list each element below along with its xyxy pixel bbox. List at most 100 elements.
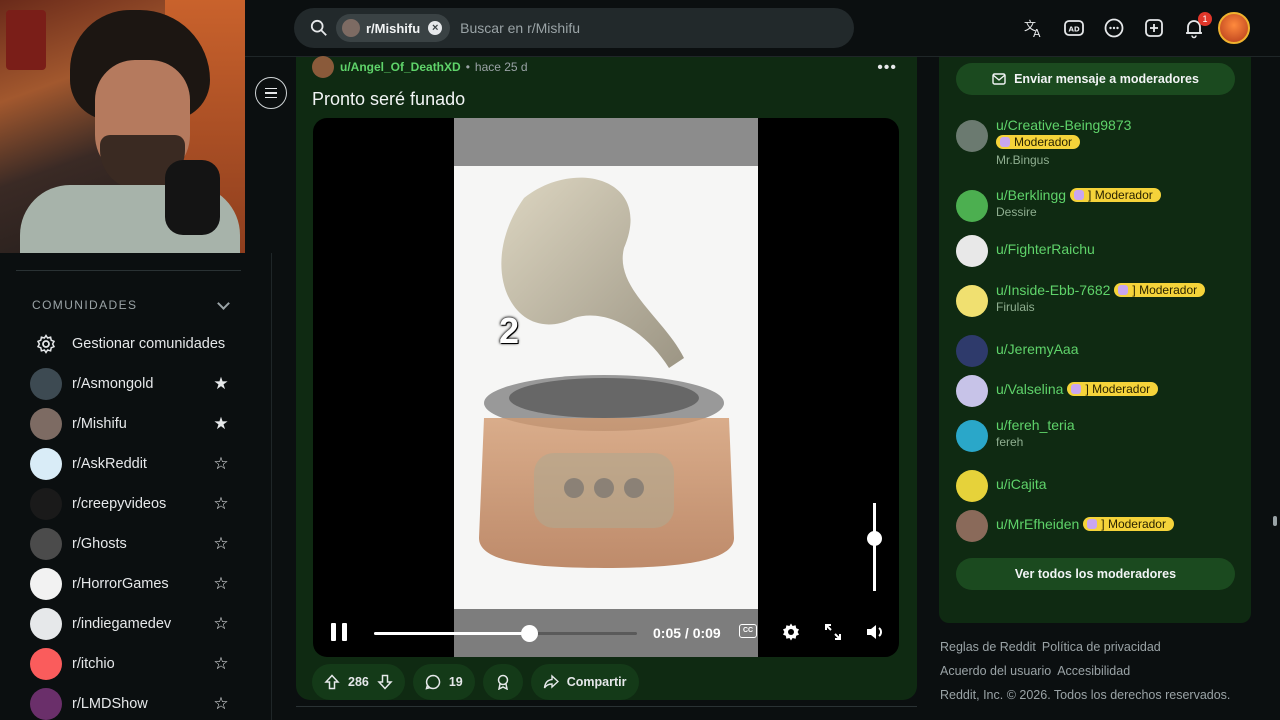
moderator-item[interactable]: u/JeremyAaa <box>956 332 1246 372</box>
moderator-username[interactable]: u/Valselina <box>996 381 1063 397</box>
moderator-username[interactable]: u/Berklingg <box>996 187 1066 203</box>
footer-rules-link[interactable]: Reglas de Reddit <box>940 640 1036 664</box>
moderator-item[interactable]: u/Inside-Ebb-7682] Moderador Firulais <box>956 282 1246 322</box>
community-item[interactable]: r/itchio ☆ <box>30 644 230 684</box>
moderator-avatar[interactable] <box>956 420 988 452</box>
community-item[interactable]: r/Mishifu ★ <box>30 404 230 444</box>
moderator-username[interactable]: u/iCajita <box>996 476 1047 492</box>
moderator-avatar[interactable] <box>956 235 988 267</box>
moderator-username[interactable]: u/Inside-Ebb-7682 <box>996 282 1110 298</box>
moderator-item[interactable]: u/iCajita <box>956 467 1246 507</box>
moderator-item[interactable]: u/MrEfheiden] Moderador <box>956 507 1246 547</box>
star-filled-icon[interactable]: ★ <box>212 374 230 394</box>
moderator-avatar[interactable] <box>956 510 988 542</box>
star-outline-icon[interactable]: ☆ <box>212 694 230 714</box>
star-outline-icon[interactable]: ☆ <box>212 574 230 594</box>
more-options-icon[interactable]: ••• <box>877 59 897 77</box>
award-button[interactable] <box>482 664 523 700</box>
upvote-icon[interactable] <box>324 674 340 690</box>
view-all-moderators-label: Ver todos los moderadores <box>1014 567 1177 581</box>
notifications-icon[interactable]: 1 <box>1178 12 1212 44</box>
moderator-name-line: u/Inside-Ebb-7682] Moderador <box>996 282 1206 298</box>
search-bar[interactable]: r/Mishifu × <box>294 8 854 48</box>
moderator-avatar[interactable] <box>956 375 988 407</box>
community-label: r/LMDShow <box>72 696 148 712</box>
moderator-flair: Moderador <box>996 135 1081 149</box>
video-time: 0:05 / 0:09 <box>653 625 721 641</box>
volume-icon[interactable] <box>865 622 885 642</box>
ads-icon[interactable]: AD <box>1058 12 1090 44</box>
footer-agreement-link[interactable]: Acuerdo del usuario <box>940 664 1051 688</box>
notification-badge: 1 <box>1198 12 1212 26</box>
post-card: u/Angel_Of_DeathXD • hace 25 d ••• Pront… <box>296 56 917 700</box>
pause-icon[interactable] <box>331 623 347 641</box>
video-player[interactable]: 2 0:05 / 0:09 CC <box>313 118 899 657</box>
community-item[interactable]: r/LMDShow ☆ <box>30 684 230 720</box>
communities-section-toggle[interactable]: COMUNIDADES <box>32 296 232 314</box>
moderator-display-name: Firulais <box>996 300 1035 314</box>
star-outline-icon[interactable]: ☆ <box>212 534 230 554</box>
clear-chip-icon[interactable]: × <box>428 21 443 35</box>
expand-menu-button[interactable] <box>255 77 287 109</box>
community-item[interactable]: r/Asmongold ★ <box>30 364 230 404</box>
progress-knob[interactable] <box>521 625 539 642</box>
scrollbar[interactable] <box>1273 516 1277 526</box>
star-outline-icon[interactable]: ☆ <box>212 614 230 634</box>
moderator-avatar[interactable] <box>956 120 988 152</box>
search-input[interactable] <box>460 20 761 36</box>
post-title[interactable]: Pronto seré funado <box>312 89 465 110</box>
author-avatar[interactable] <box>312 56 334 78</box>
comment-count: 19 <box>448 675 463 689</box>
post-author[interactable]: u/Angel_Of_DeathXD <box>340 60 461 74</box>
moderator-avatar[interactable] <box>956 470 988 502</box>
moderator-item[interactable]: u/Valselina] Moderador <box>956 372 1246 412</box>
community-item[interactable]: r/Ghosts ☆ <box>30 524 230 564</box>
moderator-item[interactable]: u/fereh_teria fereh <box>956 417 1246 457</box>
post-separator: • <box>465 60 470 74</box>
subreddit-filter-chip[interactable]: r/Mishifu × <box>336 14 451 42</box>
manage-communities-item[interactable]: Gestionar comunidades <box>30 324 230 364</box>
moderator-username[interactable]: u/FighterRaichu <box>996 241 1095 257</box>
view-all-moderators-button[interactable]: Ver todos los moderadores <box>956 558 1235 590</box>
webcam-overlay <box>0 0 245 253</box>
moderator-username[interactable]: u/JeremyAaa <box>996 341 1078 357</box>
share-button[interactable]: Compartir <box>530 664 639 700</box>
moderator-username[interactable]: u/MrEfheiden <box>996 516 1079 532</box>
subreddit-avatar <box>342 19 360 37</box>
footer-privacy-link[interactable]: Política de privacidad <box>1042 640 1161 664</box>
star-outline-icon[interactable]: ☆ <box>212 654 230 674</box>
star-outline-icon[interactable]: ☆ <box>212 494 230 514</box>
moderator-avatar[interactable] <box>956 285 988 317</box>
captions-icon[interactable]: CC <box>739 624 757 638</box>
community-item[interactable]: r/creepyvideos ☆ <box>30 484 230 524</box>
translate-icon[interactable]: 文A <box>1018 12 1050 44</box>
settings-icon[interactable] <box>781 622 801 642</box>
volume-knob[interactable] <box>867 531 882 547</box>
chat-icon[interactable] <box>1098 12 1130 44</box>
message-moderators-button[interactable]: Enviar mensaje a moderadores <box>956 63 1235 95</box>
moderator-avatar[interactable] <box>956 335 988 367</box>
moderator-item[interactable]: u/Berklingg] Moderador Dessire <box>956 187 1246 227</box>
video-progress-slider[interactable] <box>374 625 637 642</box>
user-avatar[interactable] <box>1218 12 1250 44</box>
star-filled-icon[interactable]: ★ <box>212 414 230 434</box>
moderator-username[interactable]: u/Creative-Being9873 <box>996 117 1131 133</box>
downvote-icon[interactable] <box>377 674 393 690</box>
search-icon <box>310 19 327 36</box>
community-label: r/itchio <box>72 656 115 672</box>
comments-button[interactable]: 19 <box>412 664 475 700</box>
video-frame: 2 <box>454 118 758 657</box>
community-item[interactable]: r/indiegamedev ☆ <box>30 604 230 644</box>
star-outline-icon[interactable]: ☆ <box>212 454 230 474</box>
moderator-item[interactable]: u/FighterRaichu <box>956 232 1246 272</box>
gear-icon <box>30 328 62 360</box>
community-item[interactable]: r/HorrorGames ☆ <box>30 564 230 604</box>
community-item[interactable]: r/AskReddit ☆ <box>30 444 230 484</box>
create-post-icon[interactable] <box>1138 12 1170 44</box>
moderator-username[interactable]: u/fereh_teria <box>996 417 1075 433</box>
volume-slider[interactable] <box>867 503 882 591</box>
footer-accessibility-link[interactable]: Accesibilidad <box>1057 664 1130 688</box>
moderator-avatar[interactable] <box>956 190 988 222</box>
fullscreen-icon[interactable] <box>823 622 843 642</box>
moderator-item[interactable]: u/Creative-Being9873 Moderador Mr.Bingus <box>956 117 1246 167</box>
